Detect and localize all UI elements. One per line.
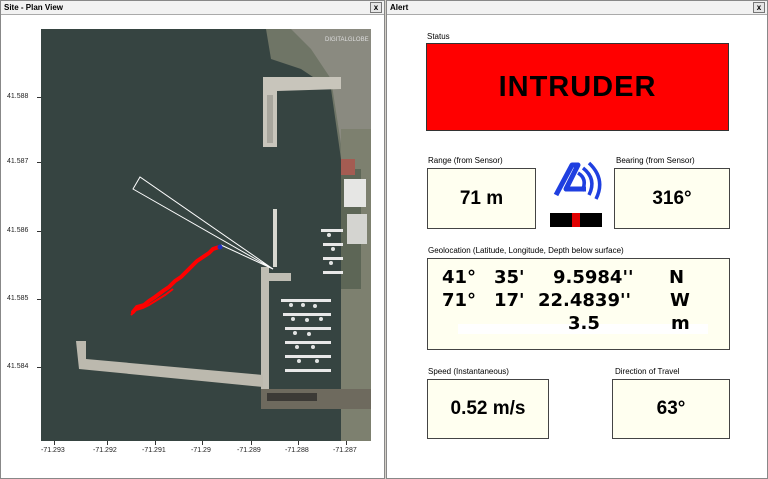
x-tick-label: -71.293 <box>41 447 65 454</box>
bearing-value: 316° <box>614 168 730 229</box>
x-tick-mark <box>155 441 156 445</box>
signal-level-icon <box>550 213 602 227</box>
satellite-map[interactable] <box>41 29 371 441</box>
longitude-seconds: 22.4839'' <box>538 290 632 311</box>
alert-close-button[interactable]: x <box>753 2 765 13</box>
x-tick-mark <box>298 441 299 445</box>
map-watermark: DIGITALGLOBE <box>325 37 369 43</box>
y-tick-label: 41.586 <box>7 227 29 234</box>
depth-value: 3.5 <box>568 313 600 334</box>
plan-view-plot: 41.588 41.587 41.586 41.585 41.584 DIGIT… <box>1 15 384 478</box>
direction-label: Direction of Travel <box>615 367 680 376</box>
longitude-degrees: 71° <box>442 290 477 311</box>
longitude-hemisphere: W <box>670 290 690 311</box>
plan-view-title: Site - Plan View <box>4 3 63 12</box>
status-indicator: INTRUDER <box>426 43 729 131</box>
geolocation-label: Geolocation (Latitude, Longitude, Depth … <box>428 246 624 255</box>
latitude-hemisphere: N <box>669 267 685 288</box>
x-tick-mark <box>54 441 55 445</box>
x-tick-mark <box>202 441 203 445</box>
range-label: Range (from Sensor) <box>428 156 503 165</box>
x-tick-mark <box>251 441 252 445</box>
y-tick-label: 41.585 <box>7 295 29 302</box>
status-label: Status <box>427 32 450 41</box>
direction-value: 63° <box>612 379 730 439</box>
alert-title: Alert <box>390 3 409 12</box>
speed-label: Speed (Instantaneous) <box>428 367 509 376</box>
y-tick-label: 41.587 <box>7 158 29 165</box>
latitude-minutes: 35' <box>494 267 525 288</box>
x-tick-label: -71.287 <box>333 447 357 454</box>
bearing-label: Bearing (from Sensor) <box>616 156 695 165</box>
x-tick-label: -71.289 <box>237 447 261 454</box>
depth-row: 3.5 m <box>428 313 729 335</box>
longitude-row: 71° 17' 22.4839'' W <box>428 290 729 312</box>
latitude-seconds: 9.5984'' <box>553 267 634 288</box>
alert-titlebar[interactable]: Alert x <box>387 1 767 15</box>
x-tick-mark <box>346 441 347 445</box>
depth-unit: m <box>671 313 690 334</box>
latitude-row: 41° 35' 9.5984'' N <box>428 267 729 289</box>
y-tick-label: 41.584 <box>7 363 29 370</box>
x-tick-label: -71.288 <box>285 447 309 454</box>
latitude-degrees: 41° <box>442 267 477 288</box>
geolocation-box: 41° 35' 9.5984'' N 71° 17' 22.4839'' W 3… <box>427 258 730 350</box>
alert-window: Alert x Status INTRUDER Range (from Sens… <box>386 0 768 479</box>
longitude-minutes: 17' <box>494 290 525 311</box>
x-tick-label: -71.29 <box>191 447 211 454</box>
plan-view-titlebar[interactable]: Site - Plan View x <box>1 1 384 15</box>
plan-view-window: Site - Plan View x 41.588 41.587 41.586 … <box>0 0 385 479</box>
y-tick-label: 41.588 <box>7 93 29 100</box>
speed-value: 0.52 m/s <box>427 379 549 439</box>
x-tick-mark <box>107 441 108 445</box>
plan-view-close-button[interactable]: x <box>370 2 382 13</box>
x-tick-label: -71.292 <box>93 447 117 454</box>
range-value: 71 m <box>427 168 536 229</box>
x-tick-label: -71.291 <box>142 447 166 454</box>
sonar-logo-icon <box>553 161 602 200</box>
